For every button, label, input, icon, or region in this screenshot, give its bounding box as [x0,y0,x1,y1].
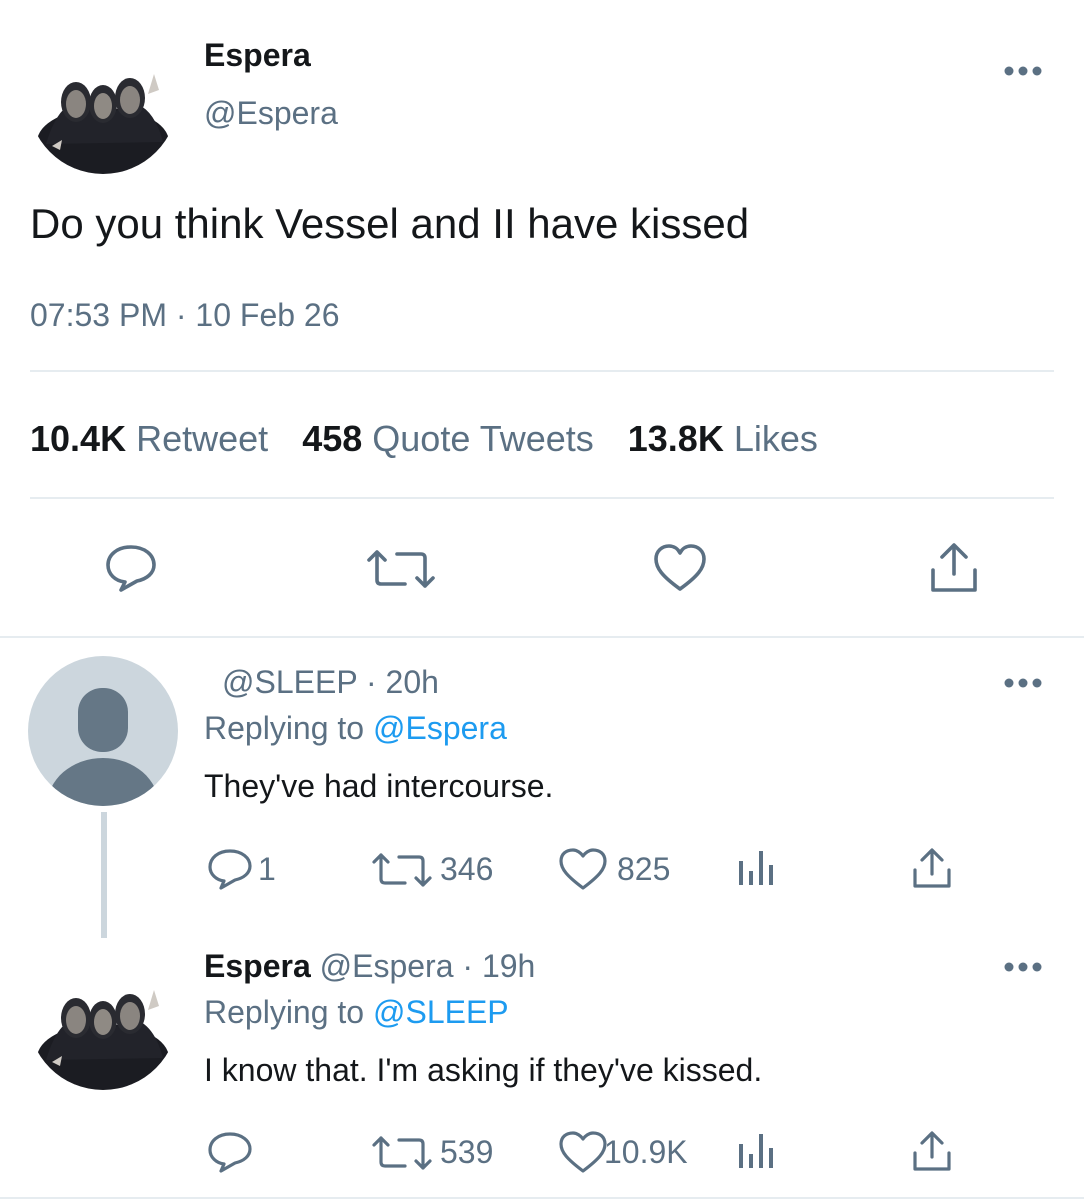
replying-to-label: Replying to [204,994,365,1030]
likes-count: 13.8K [627,418,724,459]
retweet-stat[interactable]: 10.4K Retweet [30,418,278,459]
reply-text: I know that. I'm asking if they've kisse… [204,1052,763,1088]
default-avatar-icon [47,688,159,806]
replying-to-link[interactable]: @Espera [373,710,507,746]
tweet-text: Do you think Vessel and II have kissed [30,200,750,247]
divider [0,1197,1084,1199]
retweet-count: 346 [440,851,494,887]
replying-to-link[interactable]: @SLEEP [373,994,509,1030]
reply-count: 1 [258,851,276,887]
tweet-timestamp[interactable]: 07:53 PM · 10 Feb 26 [30,297,340,334]
reply-handle-time[interactable]: @Espera · 19h [320,948,536,984]
divider [30,370,1054,372]
like-icon[interactable] [558,1130,608,1174]
more-options-icon[interactable] [1003,64,1043,78]
retweet-icon[interactable] [371,1135,433,1171]
share-icon[interactable] [911,846,953,890]
like-icon[interactable] [652,543,708,593]
reply-handle-time[interactable]: @SLEEP · 20h [222,664,439,701]
more-options-icon[interactable] [1003,960,1043,974]
quote-count: 458 [302,418,363,459]
stats-row: 10.4K Retweet 458 Quote Tweets 13.8K Lik… [30,418,818,460]
replying-to: Replying to @Espera [204,710,507,747]
divider [0,636,1084,638]
divider [30,497,1054,499]
retweet-icon[interactable] [365,548,437,590]
analytics-icon[interactable] [737,849,777,887]
replying-to-label: Replying to [204,710,365,746]
like-count: 10.9K [604,1134,688,1170]
like-count: 825 [617,851,671,887]
thread-connector [101,812,107,938]
retweet-icon[interactable] [371,852,433,888]
avatar[interactable] [28,24,178,174]
author-handle[interactable]: @Espera [204,95,338,132]
analytics-icon[interactable] [737,1132,777,1170]
retweet-count: 10.4K [30,418,127,459]
retweet-label: Retweet [136,418,269,459]
quote-tweets-stat[interactable]: 458 Quote Tweets [302,418,604,459]
avatar[interactable] [28,656,178,806]
author-name[interactable]: Espera [204,948,311,984]
avatar-image [37,990,169,1090]
reply-icon[interactable] [104,543,158,593]
reply-icon[interactable] [206,847,254,891]
retweet-count: 539 [440,1134,494,1170]
reply-text: They've had intercourse. [204,768,554,804]
replying-to: Replying to @SLEEP [204,994,509,1031]
share-icon[interactable] [911,1129,953,1173]
avatar-image [37,74,169,174]
more-options-icon[interactable] [1003,676,1043,690]
reply-icon[interactable] [206,1130,254,1174]
likes-stat[interactable]: 13.8K Likes [628,418,818,459]
avatar[interactable] [28,940,178,1090]
author-name[interactable]: Espera [204,37,311,74]
reply-header: Espera @Espera · 19h [204,948,535,985]
like-icon[interactable] [558,847,608,891]
share-icon[interactable] [928,540,980,596]
likes-label: Likes [733,418,818,459]
quote-label: Quote Tweets [372,418,594,459]
